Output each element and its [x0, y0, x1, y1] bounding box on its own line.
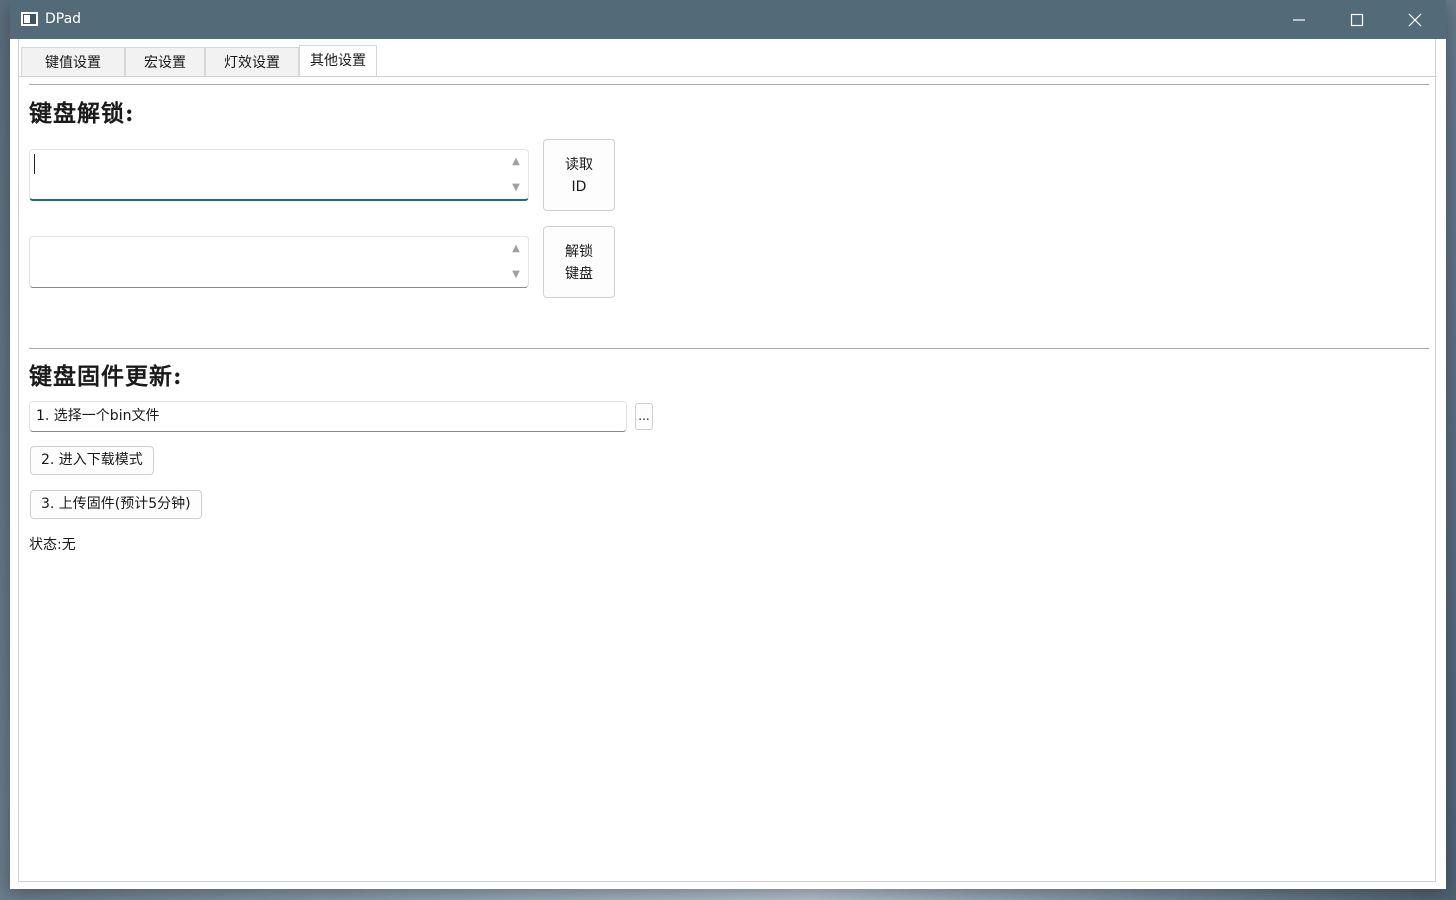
- firmware-file-field[interactable]: 1. 选择一个bin文件: [29, 401, 627, 432]
- keyboard-id-field[interactable]: ▲ ▼: [29, 149, 529, 201]
- text-caret: [34, 154, 35, 174]
- unlock-label-line1: 解锁: [565, 244, 593, 260]
- title-bar[interactable]: DPad: [10, 0, 1446, 39]
- read-id-label-line2: ID: [571, 179, 587, 195]
- upload-firmware-button[interactable]: 3. 上传固件(预计5分钟): [30, 490, 202, 519]
- read-id-label-line1: 读取: [565, 157, 593, 173]
- app-window-icon: [21, 12, 38, 26]
- spin-up-arrow-icon[interactable]: ▲: [510, 157, 522, 167]
- section-divider: [29, 348, 1429, 349]
- minimize-button[interactable]: [1270, 0, 1328, 39]
- maximize-button[interactable]: [1328, 0, 1386, 39]
- top-divider: [29, 84, 1429, 85]
- unlock-section-title: 键盘解锁:: [29, 100, 135, 127]
- main-panel: 键值设置 宏设置 灯效设置 其他设置 键盘解锁: ▲ ▼ 读取 ID ▲ ▼ 解…: [18, 39, 1437, 882]
- unlock-key-field[interactable]: ▲ ▼: [29, 236, 529, 288]
- spin-down-arrow-icon[interactable]: ▼: [510, 270, 522, 280]
- tab-light-settings[interactable]: 灯效设置: [205, 47, 299, 76]
- spin-up-arrow-icon[interactable]: ▲: [510, 244, 522, 254]
- window-title: DPad: [45, 11, 82, 27]
- firmware-section-title: 键盘固件更新:: [29, 363, 183, 390]
- unlock-label-line2: 键盘: [565, 266, 593, 282]
- enter-download-mode-button[interactable]: 2. 进入下载模式: [30, 446, 154, 475]
- unlock-keyboard-button[interactable]: 解锁 键盘: [543, 226, 615, 298]
- tab-macro-settings[interactable]: 宏设置: [125, 47, 205, 76]
- status-text: 状态:无: [29, 537, 76, 553]
- tab-other-settings[interactable]: 其他设置: [299, 45, 377, 76]
- tab-key-settings[interactable]: 键值设置: [21, 47, 125, 76]
- browse-file-button[interactable]: ...: [635, 403, 653, 430]
- read-id-button[interactable]: 读取 ID: [543, 139, 615, 211]
- close-icon: [1408, 13, 1422, 27]
- spin-down-arrow-icon[interactable]: ▼: [510, 183, 522, 193]
- tab-divider: [19, 76, 1437, 77]
- app-window: DPad 键值设置 宏设置 灯效设置 其他设置 键盘解锁: ▲ ▼ 读取 ID …: [10, 0, 1446, 889]
- close-button[interactable]: [1386, 0, 1444, 39]
- maximize-icon: [1350, 13, 1364, 27]
- minimize-icon: [1293, 19, 1305, 21]
